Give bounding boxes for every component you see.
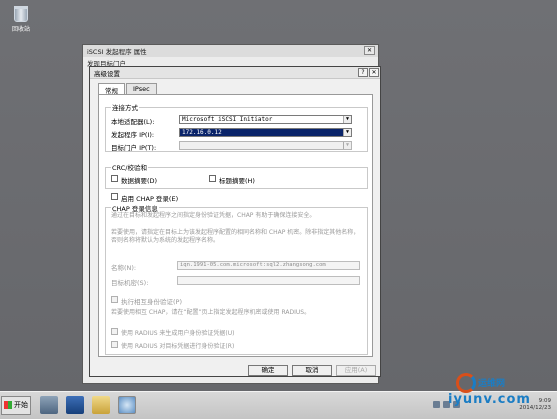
help-button[interactable]: ? xyxy=(358,68,368,77)
chevron-down-icon: ▼ xyxy=(343,142,351,149)
powershell-icon[interactable] xyxy=(66,396,84,414)
windows-flag-icon xyxy=(4,401,12,409)
header-digest-label: 标题摘要(H) xyxy=(219,177,255,185)
enable-chap-checkbox[interactable] xyxy=(111,193,118,200)
dialog-title: 高级设置 xyxy=(90,67,380,79)
watermark-line1: 运维网 xyxy=(478,379,506,389)
chap-name-field[interactable]: iqn.1991-05.com.microsoft:sql2.zhangsong… xyxy=(177,261,360,270)
tab-ipsec[interactable]: IPsec xyxy=(126,83,157,94)
iscsi-app-icon[interactable] xyxy=(118,396,136,414)
enable-chap-label: 启用 CHAP 登录(E) xyxy=(121,195,179,203)
adapter-select[interactable]: Microsoft iSCSI Initiator ▼ xyxy=(179,115,352,124)
data-digest-checkbox[interactable] xyxy=(111,175,118,182)
adapter-value: Microsoft iSCSI Initiator xyxy=(182,116,273,123)
mutual-auth-desc: 若要使用相互 CHAP，请在“配置”页上指定发起程序机密或使用 RADIUS。 xyxy=(111,309,311,316)
watermark-line2: iyunv.com xyxy=(448,392,531,407)
initiator-ip-value: 172.16.0.12 xyxy=(182,129,222,136)
chap-desc-2: 若要使用，请指定在目标上为该发起程序配置的相同名称和 CHAP 机密。除非指定其… xyxy=(111,229,360,244)
initiator-ip-label: 发起程序 IP(I): xyxy=(111,131,155,139)
general-panel: 连接方式 本地适配器(L): Microsoft iSCSI Initiator… xyxy=(98,94,373,357)
data-digest-label: 数据摘要(D) xyxy=(121,177,158,185)
advanced-settings-dialog: 高级设置 ? ✕ 常规 IPsec 连接方式 本地适配器(L): Microso… xyxy=(89,66,381,377)
start-label: 开始 xyxy=(14,401,28,409)
logo-ring-icon xyxy=(456,373,476,393)
adapter-label: 本地适配器(L): xyxy=(111,118,155,126)
desktop: 回收站 iSCSI 发起程序 属性 ✕ 发现目标门户 高级设置 ? ✕ 常规 I… xyxy=(0,0,557,391)
server-manager-icon[interactable] xyxy=(40,396,58,414)
explorer-folder-icon[interactable] xyxy=(92,396,110,414)
close-button[interactable]: ✕ xyxy=(369,68,379,77)
connect-group-label: 连接方式 xyxy=(111,102,139,112)
network-icon[interactable] xyxy=(433,401,440,408)
bg-window-title: iSCSI 发起程序 属性 xyxy=(83,45,378,57)
start-button[interactable]: 开始 xyxy=(1,396,31,415)
chap-desc-1: 通过在目标和发起程序之间指定身份验证凭据，CHAP 有助于确保连接安全。 xyxy=(111,212,316,219)
watermark-logo: 运维网 iyunv.com xyxy=(442,370,552,416)
initiator-ip-select[interactable]: 172.16.0.12 ▼ xyxy=(179,128,352,137)
recycle-bin[interactable]: 回收站 xyxy=(5,6,37,33)
crc-group-label: CRC/校验和 xyxy=(111,162,148,172)
cancel-button[interactable]: 取消 xyxy=(292,365,332,376)
chap-name-label: 名称(N): xyxy=(111,264,137,272)
radius-user-checkbox[interactable] xyxy=(111,328,118,335)
portal-ip-select[interactable]: ▼ xyxy=(179,141,352,150)
radius-target-checkbox[interactable] xyxy=(111,341,118,348)
bg-window-close-button[interactable]: ✕ xyxy=(364,46,375,55)
chevron-down-icon: ▼ xyxy=(343,129,351,136)
ok-button[interactable]: 确定 xyxy=(248,365,288,376)
radius-target-label: 使用 RADIUS 对目标凭据进行身份验证(R) xyxy=(121,343,235,350)
header-digest-checkbox[interactable] xyxy=(209,175,216,182)
apply-button[interactable]: 应用(A) xyxy=(336,365,376,376)
chap-secret-field[interactable] xyxy=(177,276,360,285)
mutual-auth-label: 执行相互身份验证(P) xyxy=(121,298,182,306)
mutual-auth-checkbox[interactable] xyxy=(111,296,118,303)
recycle-bin-label: 回收站 xyxy=(11,26,30,33)
recycle-bin-icon xyxy=(14,6,28,22)
chevron-down-icon: ▼ xyxy=(343,116,351,123)
portal-ip-label: 目标门户 IP(T): xyxy=(111,144,157,152)
chap-secret-label: 目标机密(S): xyxy=(111,279,149,287)
radius-user-label: 使用 RADIUS 来生成用户身份验证凭据(U) xyxy=(121,330,235,337)
